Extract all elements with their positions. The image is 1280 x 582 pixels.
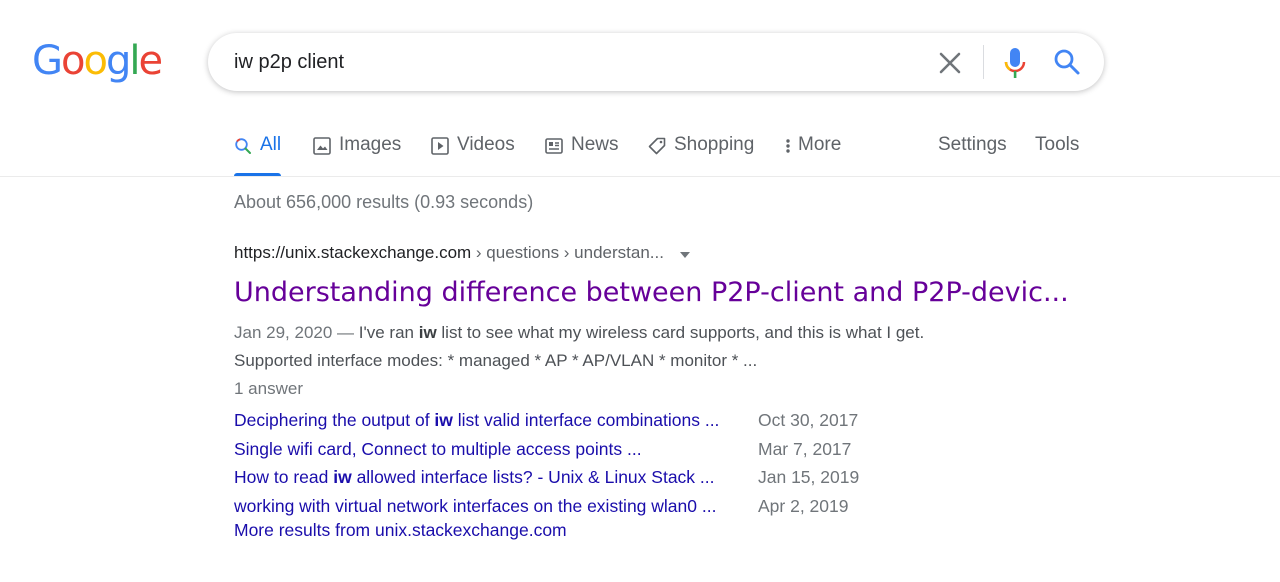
logo-letter: o (61, 38, 86, 84)
image-icon (313, 137, 331, 161)
tools-link[interactable]: Tools (1035, 134, 1079, 176)
sitelink[interactable]: How to read iw allowed interface lists? … (234, 463, 715, 491)
search-divider (983, 45, 984, 79)
search-tabs: All Images Videos News Shopping More Set… (0, 128, 1280, 177)
sitelink[interactable]: Single wifi card, Connect to multiple ac… (234, 435, 642, 463)
logo-letter: G (32, 38, 63, 84)
result-snippet: Jan 29, 2020 — I've ran iw list to see w… (234, 319, 1134, 375)
result-stats: About 656,000 results (0.93 seconds) (234, 192, 534, 212)
result-domain: https://unix.stackexchange.com (234, 243, 472, 262)
logo-letter: l (129, 38, 140, 84)
google-logo[interactable]: Google (32, 36, 163, 86)
dots-vertical-icon (784, 137, 792, 161)
logo-letter: e (138, 38, 163, 84)
sitelink-date: Apr 2, 2019 (758, 495, 849, 516)
sitelink-text: working with virtual network interfaces … (234, 495, 717, 516)
sitelink-text: Deciphering the output of (234, 410, 435, 430)
tab-shopping[interactable]: Shopping (648, 134, 754, 176)
tag-icon (648, 137, 666, 161)
settings-link[interactable]: Settings (938, 134, 1007, 176)
snippet-separator: — (332, 322, 359, 342)
snippet-text: list to see what my wireless card suppor… (436, 322, 925, 342)
sitelink-date: Mar 7, 2017 (758, 438, 852, 459)
tools-label: Tools (1035, 134, 1080, 155)
sitelink-keyword: iw (333, 467, 352, 487)
search-result: https://unix.stackexchange.com › questio… (234, 240, 1134, 403)
logo-letter: g (105, 38, 131, 84)
sitelink[interactable]: Deciphering the output of iw list valid … (234, 406, 719, 434)
sitelink-text: How to read (234, 467, 334, 487)
sitelink-date: Jan 15, 2019 (758, 467, 860, 487)
sitelink-text: Single wifi card, Connect to multiple ac… (234, 438, 642, 459)
sitelink-text: list valid interface combinations ... (452, 410, 720, 430)
tab-label: News (571, 134, 619, 155)
result-path: › questions › understan... (471, 243, 664, 262)
snippet-line: Supported interface modes: * managed * A… (234, 350, 758, 370)
more-results-link[interactable]: More results from unix.stackexchange.com (234, 520, 567, 541)
caret-down-icon[interactable] (679, 241, 691, 267)
result-url[interactable]: https://unix.stackexchange.com › questio… (234, 240, 1134, 267)
snippet-text: I've ran (358, 322, 419, 342)
tab-label: More (798, 134, 842, 155)
tab-label: Videos (457, 134, 515, 155)
play-icon (431, 137, 449, 161)
logo-letter: o (83, 38, 108, 84)
search-input[interactable] (234, 47, 894, 77)
tab-images[interactable]: Images (313, 134, 401, 176)
search-icon (234, 137, 252, 161)
newspaper-icon (545, 137, 563, 161)
sitelink-text: allowed interface lists? - Unix & Linux … (351, 467, 715, 487)
sitelink[interactable]: working with virtual network interfaces … (234, 492, 716, 520)
tab-label: Shopping (674, 134, 755, 155)
tab-news[interactable]: News (545, 134, 619, 176)
search-icon[interactable] (1052, 47, 1082, 77)
settings-label: Settings (938, 134, 1007, 155)
clear-icon[interactable] (935, 49, 965, 77)
tab-label: Images (339, 134, 402, 155)
snippet-keyword: iw (418, 322, 437, 342)
answer-count: 1 answer (234, 378, 303, 398)
snippet-date: Jan 29, 2020 (234, 322, 333, 342)
tab-more[interactable]: More (784, 134, 841, 176)
tab-label: All (260, 134, 282, 155)
tab-videos[interactable]: Videos (431, 134, 515, 176)
sitelink-date: Oct 30, 2017 (758, 410, 859, 430)
search-box (208, 33, 1104, 91)
tab-all[interactable]: All (234, 134, 282, 176)
microphone-icon[interactable] (1003, 47, 1027, 79)
sitelink-keyword: iw (434, 410, 453, 430)
result-title[interactable]: Understanding difference between P2P-cli… (234, 275, 1134, 311)
